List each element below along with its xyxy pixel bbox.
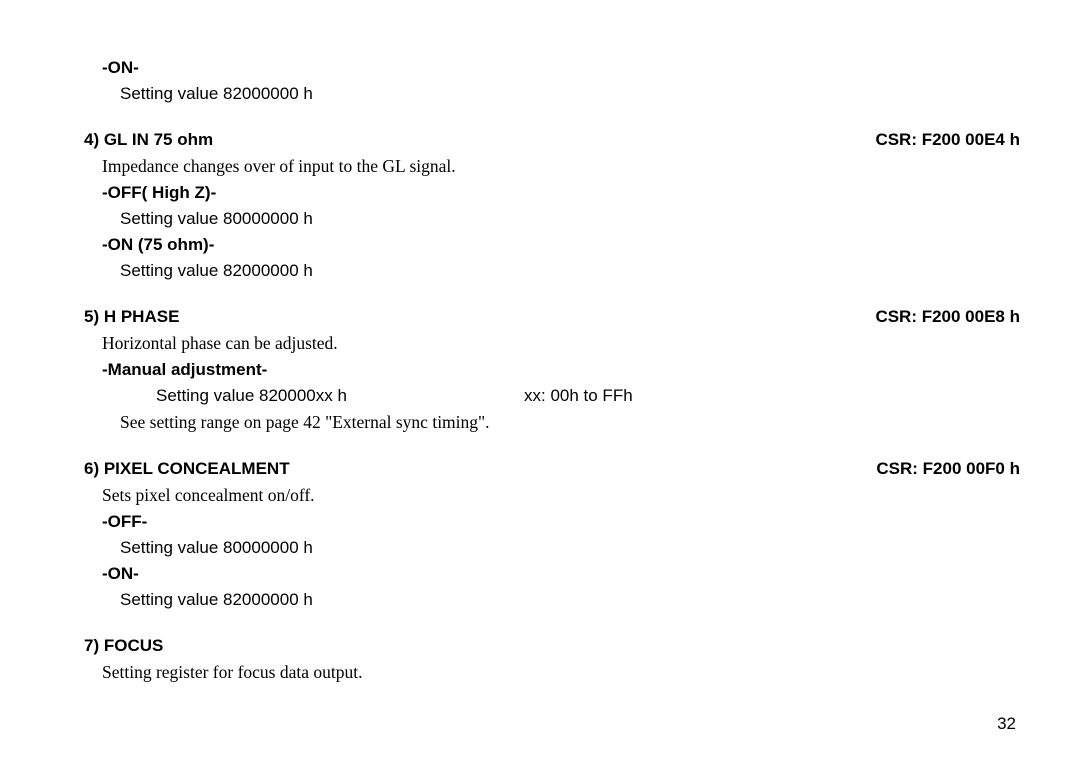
s4-csr: CSR: F200 00E4 h xyxy=(875,130,1020,150)
s4-on-label: -ON (75 ohm)- xyxy=(102,235,214,255)
s5-note: See setting range on page 42 "External s… xyxy=(120,412,490,433)
s4-title: 4) GL IN 75 ohm xyxy=(84,130,488,150)
s5-desc: Horizontal phase can be adjusted. xyxy=(102,333,338,354)
value-on-s3: Setting value 82000000 h xyxy=(120,84,313,104)
s6-csr: CSR: F200 00F0 h xyxy=(876,459,1020,479)
s4-desc: Impedance changes over of input to the G… xyxy=(102,156,456,177)
s5-manual-value-right: xx: 00h to FFh xyxy=(524,386,633,406)
s6-on-value: Setting value 82000000 h xyxy=(120,590,313,610)
s5-manual-value-left: Setting value 820000xx h xyxy=(156,386,524,406)
s4-off-label: -OFF( High Z)- xyxy=(102,183,216,203)
s4-off-value: Setting value 80000000 h xyxy=(120,209,313,229)
s5-manual-label: -Manual adjustment- xyxy=(102,360,267,380)
s5-csr: CSR: F200 00E8 h xyxy=(875,307,1020,327)
page-number: 32 xyxy=(997,714,1016,734)
s7-title: 7) FOCUS xyxy=(84,636,163,656)
label-on-s3: -ON- xyxy=(102,58,139,78)
s6-title: 6) PIXEL CONCEALMENT xyxy=(84,459,488,479)
s6-off-label: -OFF- xyxy=(102,512,147,532)
s6-on-label: -ON- xyxy=(102,564,139,584)
s6-off-value: Setting value 80000000 h xyxy=(120,538,313,558)
s7-desc: Setting register for focus data output. xyxy=(102,662,363,683)
s4-on-value: Setting value 82000000 h xyxy=(120,261,313,281)
s6-desc: Sets pixel concealment on/off. xyxy=(102,485,315,506)
s5-title: 5) H PHASE xyxy=(84,307,488,327)
